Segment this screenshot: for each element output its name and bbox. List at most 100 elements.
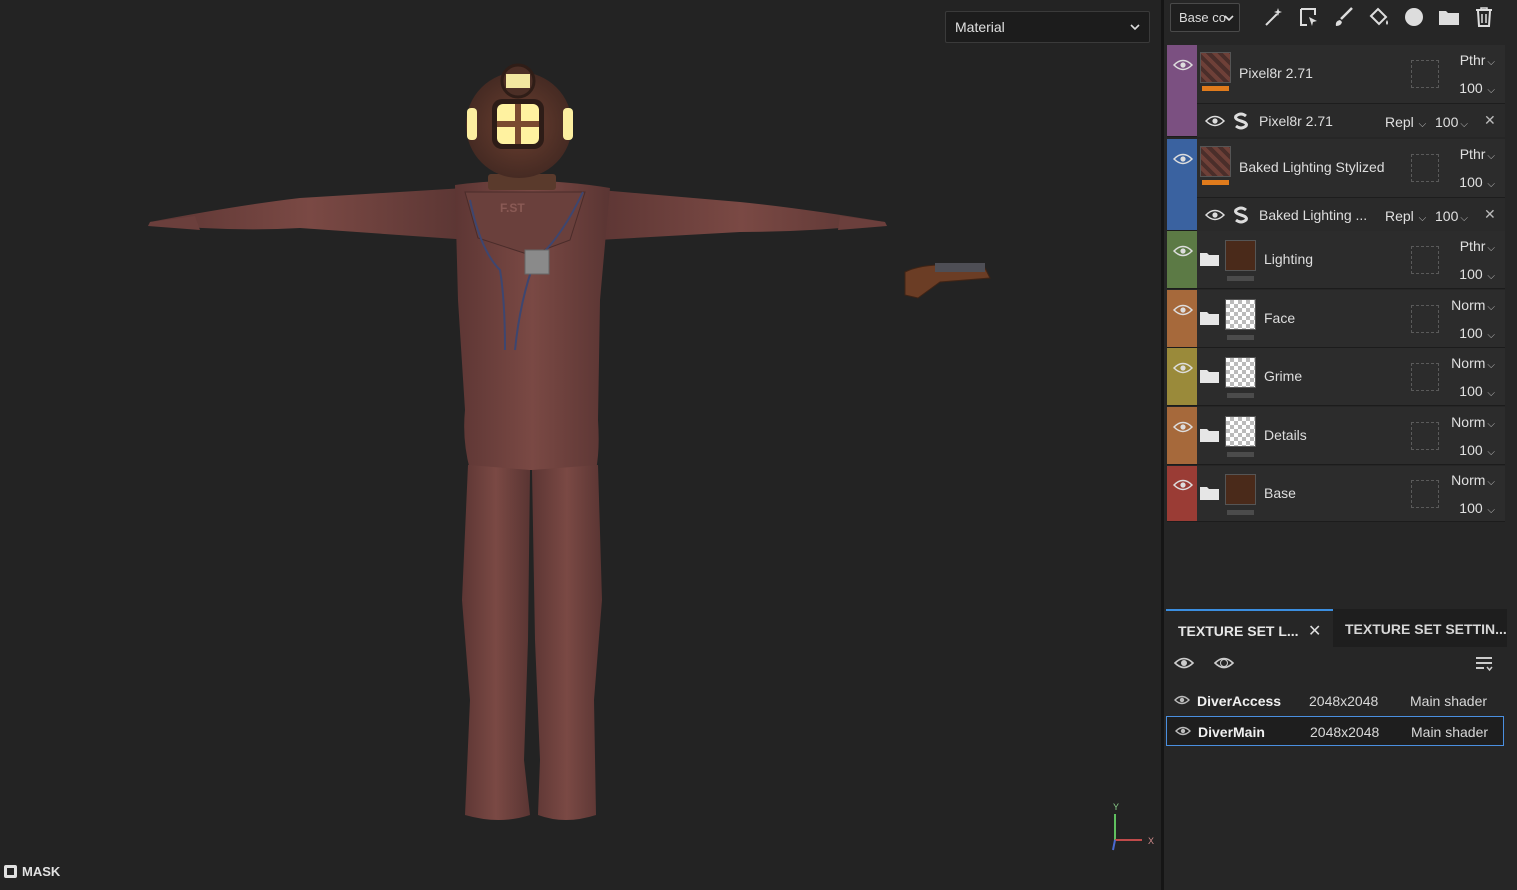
opacity-dropdown[interactable]: 100 ⌵ — [1459, 500, 1495, 516]
eye-icon[interactable] — [1175, 725, 1191, 737]
svg-text:F.ST: F.ST — [500, 201, 525, 215]
effect-opacity-dropdown[interactable]: 100 ⌵ — [1435, 208, 1468, 224]
blend-mode-dropdown[interactable]: Norm ⌵ — [1451, 414, 1495, 430]
eye-icon[interactable] — [1172, 420, 1194, 434]
effect-row[interactable]: Pixel8r 2.71 Repl ⌵ 100 ⌵ ✕ — [1197, 103, 1505, 137]
folder-icon[interactable] — [1437, 5, 1461, 29]
layer-mask-slot[interactable] — [1411, 246, 1439, 274]
close-icon[interactable]: ✕ — [1484, 112, 1496, 129]
eye-icon[interactable] — [1172, 478, 1194, 492]
layers-panel: Base co Pixel8r 2.71 Pthr ⌵ 100 ⌵ Pixel8r 2.… — [1161, 0, 1517, 890]
layer-color-tag — [1167, 290, 1197, 347]
close-icon[interactable]: ✕ — [1308, 621, 1321, 641]
opacity-dropdown[interactable]: 100 ⌵ — [1459, 383, 1495, 399]
layer-mask-indicator — [1227, 510, 1254, 515]
layer-mask-slot[interactable] — [1411, 480, 1439, 508]
list-options-icon[interactable] — [1474, 655, 1494, 673]
blend-mode-dropdown[interactable]: Pthr ⌵ — [1460, 146, 1495, 162]
folder-icon — [1200, 429, 1219, 442]
mask-icon — [4, 865, 17, 878]
layer-mask-slot[interactable] — [1411, 60, 1439, 88]
layer-row[interactable]: Details Norm ⌵ 100 ⌵ — [1167, 407, 1505, 465]
effect-blend-dropdown[interactable]: Repl ⌵ — [1385, 114, 1426, 130]
layer-name: Baked Lighting Stylized — [1239, 159, 1385, 175]
layer-row[interactable]: Grime Norm ⌵ 100 ⌵ — [1167, 348, 1505, 406]
texture-set-resolution: 2048x2048 — [1309, 693, 1379, 709]
brush-icon[interactable] — [1332, 5, 1356, 29]
close-icon[interactable]: ✕ — [1484, 206, 1496, 223]
trash-icon[interactable] — [1472, 5, 1496, 29]
layer-name: Grime — [1264, 368, 1303, 384]
layer-row[interactable]: Baked Lighting Stylized Pthr ⌵ 100 ⌵ Baked L… — [1167, 139, 1505, 231]
solo-eye-icon[interactable] — [1213, 654, 1235, 672]
layer-row[interactable]: Pixel8r 2.71 Pthr ⌵ 100 ⌵ Pixel8r 2.71 Repl ⌵… — [1167, 45, 1505, 137]
layer-mask-slot[interactable] — [1411, 305, 1439, 333]
layer-name: Pixel8r 2.71 — [1239, 65, 1313, 81]
layer-mask-slot[interactable] — [1411, 154, 1439, 182]
eye-icon[interactable] — [1172, 361, 1194, 375]
layer-row[interactable]: Lighting Pthr ⌵ 100 ⌵ — [1167, 231, 1505, 289]
opacity-dropdown[interactable]: 100 ⌵ — [1459, 442, 1495, 458]
layer-row[interactable]: Face Norm ⌵ 100 ⌵ — [1167, 290, 1505, 348]
texture-set-row[interactable]: DiverMain 2048x2048 Main shader — [1166, 716, 1504, 746]
texture-set-row[interactable]: DiverAccess 2048x2048 Main shader — [1166, 686, 1504, 716]
mask-toggle[interactable]: MASK — [4, 864, 60, 879]
fill-bucket-icon[interactable] — [1367, 5, 1391, 29]
tab-texture-set-list[interactable]: TEXTURE SET L... ✕ — [1166, 609, 1333, 647]
layer-thumbnail — [1225, 299, 1256, 330]
fill-projection-icon[interactable] — [1297, 5, 1321, 29]
layer-mask-indicator — [1227, 393, 1254, 398]
effect-name: Baked Lighting ... — [1259, 207, 1368, 223]
effect-row[interactable]: Baked Lighting ... Repl ⌵ 100 ⌵ ✕ — [1197, 197, 1505, 231]
3d-viewport[interactable]: F.ST Material Y X MASK — [0, 0, 1161, 890]
effect-name: Pixel8r 2.71 — [1259, 113, 1333, 129]
eye-icon[interactable] — [1174, 694, 1190, 706]
eye-icon[interactable] — [1172, 244, 1194, 258]
texture-set-tabs: TEXTURE SET L... ✕ TEXTURE SET SETTIN... — [1166, 609, 1507, 647]
smart-material-icon[interactable] — [1402, 5, 1426, 29]
eye-icon[interactable] — [1172, 152, 1194, 166]
layer-mask-indicator — [1202, 86, 1229, 91]
layer-thumbnail — [1225, 240, 1256, 271]
blend-mode-dropdown[interactable]: Norm ⌵ — [1451, 297, 1495, 313]
opacity-dropdown[interactable]: 100 ⌵ — [1459, 174, 1495, 190]
tab-texture-set-settings[interactable]: TEXTURE SET SETTIN... — [1333, 609, 1507, 647]
layer-mask-slot[interactable] — [1411, 422, 1439, 450]
blend-mode-dropdown[interactable]: Norm ⌵ — [1451, 472, 1495, 488]
tab-label: TEXTURE SET SETTIN... — [1345, 621, 1507, 637]
texture-set-shader: Main shader — [1411, 724, 1489, 740]
layer-thumbnail — [1200, 146, 1231, 177]
blend-mode-dropdown[interactable]: Norm ⌵ — [1451, 355, 1495, 371]
visibility-eye-icon[interactable] — [1173, 654, 1195, 672]
magic-wand-icon[interactable] — [1262, 5, 1286, 29]
effect-blend-dropdown[interactable]: Repl ⌵ — [1385, 208, 1426, 224]
mask-label: MASK — [22, 864, 61, 879]
eye-icon[interactable] — [1204, 114, 1226, 133]
viewport-mode-dropdown[interactable]: Material — [945, 11, 1150, 43]
folder-icon — [1200, 370, 1219, 383]
layer-row[interactable]: Base Norm ⌵ 100 ⌵ — [1167, 466, 1505, 522]
opacity-dropdown[interactable]: 100 ⌵ — [1459, 80, 1495, 96]
layer-color-tag — [1167, 466, 1197, 521]
eye-icon[interactable] — [1172, 303, 1194, 317]
blend-mode-dropdown[interactable]: Pthr ⌵ — [1460, 238, 1495, 254]
eye-icon[interactable] — [1204, 208, 1226, 227]
channel-select[interactable]: Base co — [1170, 3, 1240, 32]
blend-mode-dropdown[interactable]: Pthr ⌵ — [1460, 52, 1495, 68]
layer-mask-slot[interactable] — [1411, 363, 1439, 391]
layer-color-tag — [1167, 348, 1197, 405]
eye-icon[interactable] — [1172, 58, 1194, 72]
effect-opacity-dropdown[interactable]: 100 ⌵ — [1435, 114, 1468, 130]
layer-thumbnail — [1225, 357, 1256, 388]
filter-icon — [1234, 112, 1248, 130]
chevron-down-icon — [1130, 24, 1140, 31]
layer-mask-indicator — [1227, 335, 1254, 340]
chevron-down-icon — [1224, 15, 1234, 22]
layer-name: Face — [1264, 310, 1296, 326]
folder-icon — [1200, 253, 1219, 266]
texture-set-name: DiverAccess — [1197, 693, 1282, 709]
opacity-dropdown[interactable]: 100 ⌵ — [1459, 325, 1495, 341]
opacity-dropdown[interactable]: 100 ⌵ — [1459, 266, 1495, 282]
texture-set-name: DiverMain — [1198, 724, 1265, 740]
layer-mask-indicator — [1202, 180, 1229, 185]
